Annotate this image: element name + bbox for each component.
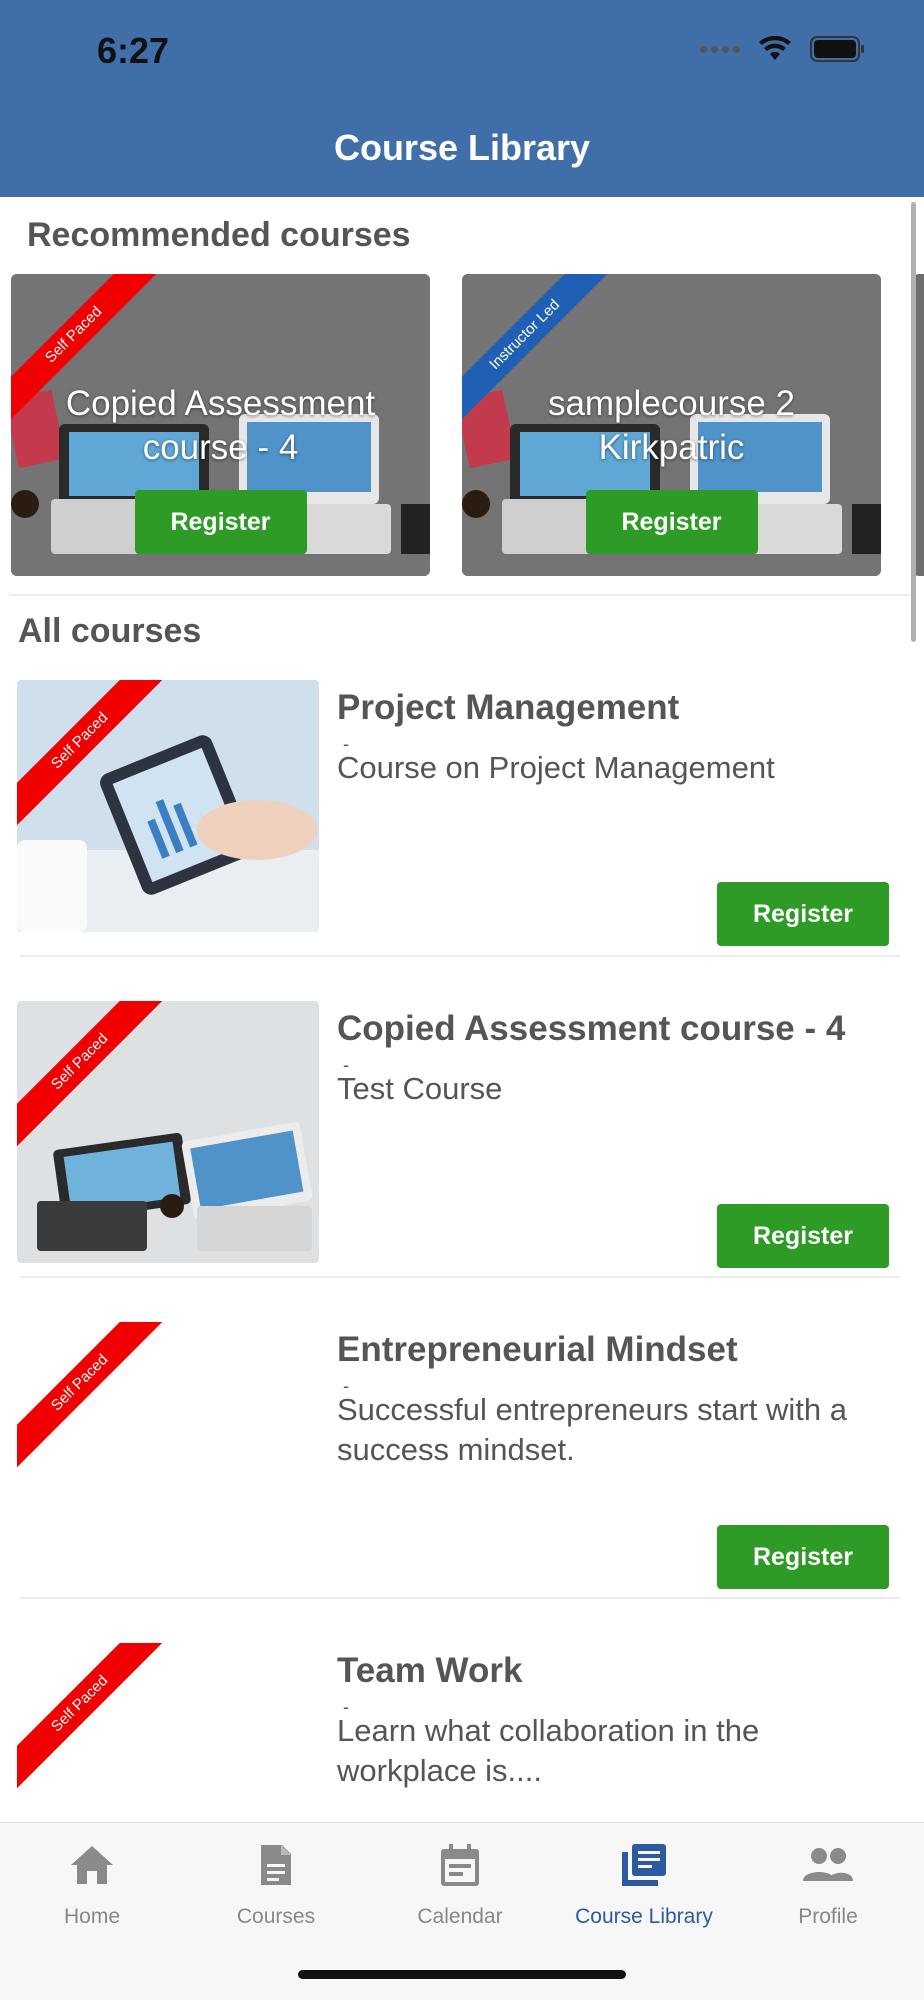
divider bbox=[9, 594, 915, 596]
divider bbox=[20, 1597, 900, 1599]
course-thumbnail: Self Paced bbox=[17, 1643, 319, 1822]
recommended-card-title: samplecourse 2 Kirkpatric bbox=[547, 384, 796, 467]
course-item[interactable]: Self Paced Entrepreneurial Mindset - Suc… bbox=[0, 1322, 924, 1642]
self-paced-ribbon: Self Paced bbox=[17, 1322, 167, 1472]
course-description: Test Course bbox=[337, 1071, 503, 1106]
register-button[interactable]: Register bbox=[717, 1204, 889, 1268]
home-indicator bbox=[298, 1970, 626, 1979]
tab-courses[interactable]: Courses bbox=[184, 1839, 368, 1929]
course-item[interactable]: Self Paced Team Work - Learn what collab… bbox=[0, 1643, 924, 1822]
course-thumbnail: Self Paced bbox=[17, 680, 319, 932]
status-icons bbox=[700, 36, 866, 62]
register-button[interactable]: Register bbox=[717, 1525, 889, 1589]
register-button[interactable]: Register bbox=[717, 882, 889, 946]
battery-icon bbox=[810, 36, 864, 62]
app-header: 6:27 Course Library bbox=[0, 0, 924, 197]
tab-label: Courses bbox=[236, 1905, 316, 1928]
course-description: Learn what collaboration in the workplac… bbox=[337, 1713, 760, 1788]
recommended-card-title: Copied Assessment course - 4 bbox=[65, 384, 376, 467]
signal-icon bbox=[700, 45, 740, 53]
course-description: Course on Project Management bbox=[337, 750, 775, 785]
course-title: Team Work bbox=[337, 1651, 523, 1690]
course-title: Project Management bbox=[337, 688, 680, 727]
self-paced-ribbon: Self Paced bbox=[17, 1001, 167, 1151]
course-item[interactable]: Self Paced Copied Assessment course - 4 … bbox=[0, 1001, 924, 1321]
recommended-heading: Recommended courses bbox=[27, 216, 411, 254]
all-courses-heading: All courses bbox=[18, 612, 202, 650]
people-icon bbox=[736, 1839, 920, 1891]
recommended-card[interactable]: Instructor Led samplecourse 2 Kirkpatric… bbox=[462, 274, 881, 576]
course-title: Copied Assessment course - 4 bbox=[337, 1009, 846, 1048]
course-thumbnail: Self Paced bbox=[17, 1322, 319, 1574]
course-description: Successful entrepreneurs start with a su… bbox=[337, 1392, 848, 1467]
wifi-icon bbox=[759, 36, 791, 60]
tab-course-library[interactable]: Course Library bbox=[552, 1839, 736, 1929]
self-paced-ribbon: Self Paced bbox=[17, 1643, 167, 1793]
tab-label: Home bbox=[63, 1905, 121, 1928]
recommended-carousel[interactable]: Self Paced Copied Assessment course - 4 … bbox=[0, 274, 924, 578]
tab-profile[interactable]: Profile bbox=[736, 1839, 920, 1929]
tab-label: Calendar bbox=[417, 1905, 503, 1928]
course-title: Entrepreneurial Mindset bbox=[337, 1330, 738, 1369]
document-icon bbox=[184, 1839, 368, 1891]
scrollbar[interactable] bbox=[911, 202, 916, 642]
course-item[interactable]: Self Paced Project Management - Course o… bbox=[0, 680, 924, 1000]
recommended-card[interactable]: Self Paced Copied Assessment course - 4 … bbox=[11, 274, 430, 576]
tab-home[interactable]: Home bbox=[0, 1839, 184, 1929]
calendar-icon bbox=[368, 1839, 552, 1891]
home-icon bbox=[0, 1839, 184, 1891]
tab-calendar[interactable]: Calendar bbox=[368, 1839, 552, 1929]
divider bbox=[20, 1276, 900, 1278]
self-paced-ribbon: Self Paced bbox=[17, 680, 167, 830]
tab-label: Profile bbox=[798, 1905, 858, 1928]
course-thumbnail: Self Paced bbox=[17, 1001, 319, 1263]
library-icon bbox=[552, 1839, 736, 1891]
tab-label: Course Library bbox=[575, 1905, 713, 1928]
status-time: 6:27 bbox=[97, 30, 170, 71]
page-title: Course Library bbox=[333, 127, 591, 168]
register-button[interactable]: Register bbox=[134, 490, 307, 554]
divider bbox=[20, 955, 900, 957]
register-button[interactable]: Register bbox=[585, 490, 758, 554]
